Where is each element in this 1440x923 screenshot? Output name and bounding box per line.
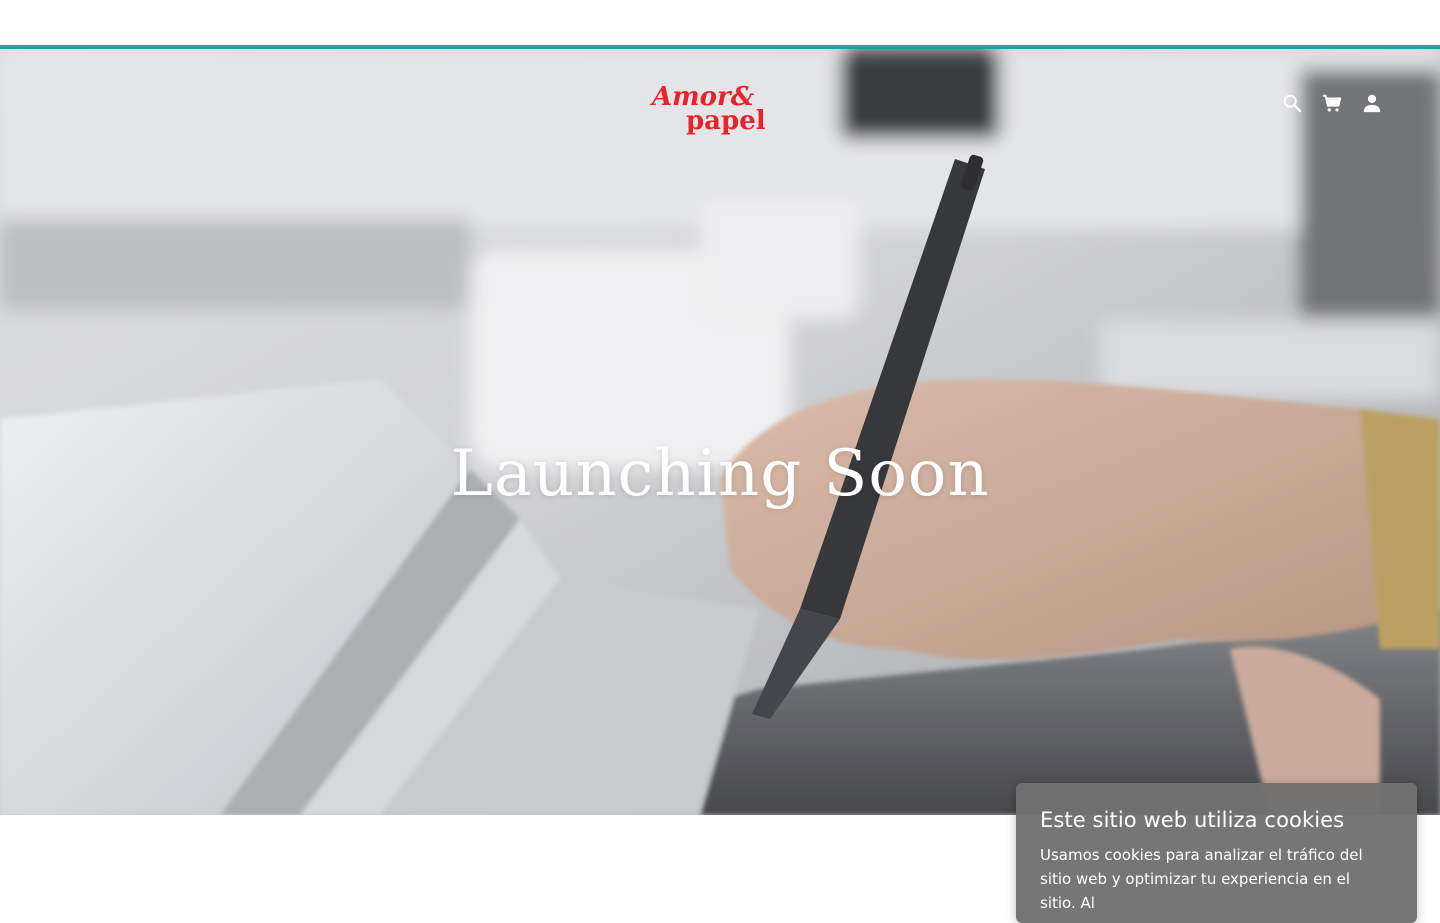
site-header: Amor& papel	[0, 49, 1440, 159]
search-icon	[1283, 94, 1302, 113]
cookie-banner: Este sitio web utiliza cookies Usamos co…	[1016, 783, 1417, 923]
cookie-banner-text: Usamos cookies para analizar el tráfico …	[1040, 846, 1363, 912]
hero-background-image	[0, 49, 1440, 815]
cookie-banner-title: Este sitio web utiliza cookies	[1040, 808, 1345, 832]
user-icon	[1363, 94, 1381, 113]
cart-button[interactable]	[1320, 91, 1344, 115]
hero-section: Amor& papel Launching Soon	[0, 49, 1440, 815]
logo-line-2: papel	[686, 106, 766, 135]
hero-title: Launching Soon	[450, 437, 990, 511]
header-icons	[1280, 91, 1384, 115]
cart-icon	[1322, 94, 1342, 112]
top-white-strip	[0, 0, 1440, 45]
account-button[interactable]	[1360, 91, 1384, 115]
amor-papel-logo[interactable]: Amor& papel	[648, 75, 792, 135]
search-button[interactable]	[1280, 91, 1304, 115]
